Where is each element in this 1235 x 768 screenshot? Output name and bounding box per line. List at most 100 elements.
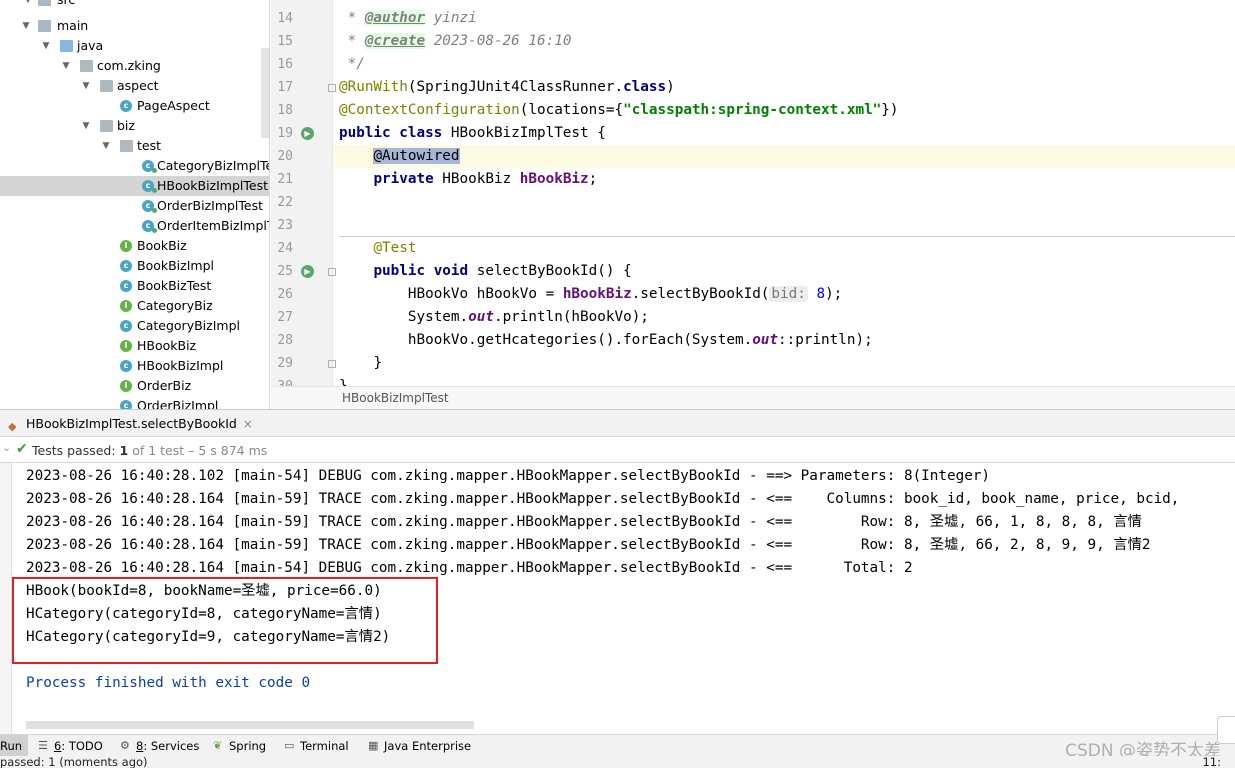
tree-item-orderbizimpltest[interactable]: c OrderBizImplTest <box>0 196 269 216</box>
fold-marker-icon[interactable] <box>328 360 336 368</box>
test-class-icon: c <box>142 220 157 233</box>
breadcrumb-item[interactable]: HBookBizImplTest <box>342 391 449 405</box>
tree-item-com-zking[interactable]: ▼ com.zking <box>0 56 269 76</box>
tool-services-button[interactable]: ⚙ 8: Services <box>120 735 199 757</box>
tool-spring-button[interactable]: ❦ Spring <box>213 735 266 757</box>
tree-item-hbookbizimpltest[interactable]: c HBookBizImplTest <box>0 176 269 196</box>
comment: * <box>339 33 365 49</box>
tool-java-enterprise-button[interactable]: ▦ Java Enterprise <box>368 735 471 757</box>
tree-item-categorybiz[interactable]: I CategoryBiz <box>0 296 269 316</box>
console-line: 2023-08-26 16:40:28.102 [main-54] DEBUG … <box>26 468 991 484</box>
source-folder-icon <box>60 40 73 52</box>
annotation: @ContextConfiguration <box>339 102 520 118</box>
tree-item-label: test <box>137 138 162 153</box>
javadoc-tag: @create <box>364 33 426 49</box>
tree-item-label: OrderBiz <box>137 378 192 393</box>
code-line: System.out.println(hBookVo); <box>339 306 1235 329</box>
tree-item-hbookbizimpl[interactable]: c HBookBizImpl <box>0 356 269 376</box>
tree-item-orderbiz[interactable]: I OrderBiz <box>0 376 269 396</box>
package-icon <box>100 120 113 132</box>
test-status-text: Tests passed: 1 of 1 test – 5 s 874 ms <box>32 443 267 458</box>
class-icon: c <box>120 280 132 292</box>
package-icon <box>80 60 93 72</box>
chevron-down-icon[interactable]: ▼ <box>22 0 34 10</box>
console-gutter <box>0 463 12 734</box>
line-number: 20 <box>277 149 293 164</box>
tree-item-label: java <box>77 38 104 53</box>
notification-icon[interactable] <box>1217 716 1235 744</box>
keyword: private <box>373 171 434 187</box>
tree-item-src[interactable]: ▼ src <box>0 0 269 10</box>
test-status-bar: ⌄ ✔ Tests passed: 1 of 1 test – 5 s 874 … <box>0 437 1235 463</box>
status-prefix: Tests passed: <box>32 443 120 458</box>
code-line: HBookVo hBookVo = hBookBiz.selectByBookI… <box>339 283 1235 306</box>
code-line: * @author yinzi <box>339 7 1235 30</box>
console-horizontal-scrollbar[interactable] <box>26 721 474 729</box>
tree-item-hbookbiz[interactable]: I HBookBiz <box>0 336 269 356</box>
tool-terminal-button[interactable]: ▭ Terminal <box>284 735 349 757</box>
class-icon: c <box>120 320 132 332</box>
code-text: System. <box>407 309 469 325</box>
tree-scrollbar[interactable] <box>261 48 269 138</box>
tree-item-bookbiztest[interactable]: c BookBizTest <box>0 276 269 296</box>
chevron-down-icon[interactable]: ▼ <box>20 16 32 36</box>
keyword: public void <box>373 263 469 279</box>
line-number: 26 <box>277 287 293 302</box>
code-text: (SpringJUnit4ClassRunner. <box>407 79 624 95</box>
tool-label: : Services <box>143 739 200 753</box>
tool-run-button[interactable]: Run <box>0 735 29 757</box>
code-text: hBookVo.getHcategories().forEach(System. <box>407 332 753 348</box>
folder-icon <box>38 0 51 6</box>
tree-item-java[interactable]: ▼ java <box>0 36 269 56</box>
tree-item-label: BookBizTest <box>137 278 212 293</box>
code-line: hBookVo.getHcategories().forEach(System.… <box>339 329 1235 352</box>
tree-item-orderitembizimpltest[interactable]: c OrderItemBizImplTe <box>0 216 269 236</box>
tree-item-orderbizimpl[interactable]: c OrderBizImpl <box>0 396 269 409</box>
chevron-down-icon[interactable]: ⌄ <box>2 441 11 454</box>
line-number: 24 <box>277 241 293 256</box>
chevron-down-icon[interactable]: ▼ <box>40 36 52 56</box>
run-config-tab[interactable]: ◆ HBookBizImplTest.selectByBookId × <box>8 414 255 434</box>
test-class-icon: c <box>142 160 157 173</box>
run-tab-bar: ◆ HBookBizImplTest.selectByBookId × <box>0 409 1235 437</box>
tree-item-categorybizimpl[interactable]: c CategoryBizImpl <box>0 316 269 336</box>
chevron-down-icon[interactable]: ▼ <box>100 136 112 156</box>
code-text: ) <box>666 79 675 95</box>
tool-todo-button[interactable]: ☰ 6: TODO <box>38 735 103 757</box>
class-icon: c <box>120 400 132 409</box>
tree-item-pageaspect[interactable]: c PageAspect <box>0 96 269 116</box>
chevron-down-icon[interactable]: ▼ <box>60 56 72 76</box>
line-number: 29 <box>277 356 293 371</box>
chevron-down-icon[interactable]: ▼ <box>80 116 92 136</box>
run-test-method-icon[interactable]: ▶ <box>301 265 314 278</box>
fold-marker-icon[interactable] <box>328 268 336 276</box>
tree-item-bookbizimpl[interactable]: c BookBizImpl <box>0 256 269 276</box>
code-line: public class HBookBizImplTest { <box>339 122 1235 145</box>
tree-item-biz[interactable]: ▼ biz <box>0 116 269 136</box>
tree-item-label: biz <box>117 118 135 133</box>
tree-item-categorybizimpltest[interactable]: c CategoryBizImplTes <box>0 156 269 176</box>
console-output[interactable]: 2023-08-26 16:40:28.102 [main-54] DEBUG … <box>0 463 1235 734</box>
run-test-class-icon[interactable]: ▶ <box>301 127 314 140</box>
folder-icon <box>38 20 51 32</box>
caret-position[interactable]: 11: <box>1202 756 1221 768</box>
tree-item-bookbiz[interactable]: I BookBiz <box>0 236 269 256</box>
test-class-icon: c <box>142 180 157 193</box>
check-icon: ✔ <box>16 441 28 457</box>
tree-item-test[interactable]: ▼ test <box>0 136 269 156</box>
tool-label: Run <box>0 739 23 753</box>
code-text: .selectByBookId( <box>631 286 770 302</box>
tree-item-label: CategoryBizImplTes <box>157 158 270 173</box>
process-finished-line: Process finished with exit code 0 <box>26 675 311 691</box>
chevron-down-icon[interactable]: ▼ <box>80 76 92 96</box>
fold-marker-icon[interactable] <box>328 84 336 92</box>
static-field: out <box>752 332 779 348</box>
line-number: 18 <box>277 103 293 118</box>
editor-breadcrumb[interactable]: HBookBizImplTest <box>271 386 1235 409</box>
line-number: 15 <box>277 34 293 49</box>
code-editor[interactable]: 14 15 16 17 18 19 ▶ 20 21 22 23 24 25 ▶ … <box>271 0 1235 386</box>
close-icon[interactable]: × <box>243 414 253 434</box>
tree-item-aspect[interactable]: ▼ aspect <box>0 76 269 96</box>
tree-item-main[interactable]: ▼ main <box>0 16 269 36</box>
tree-item-label: aspect <box>117 78 159 93</box>
